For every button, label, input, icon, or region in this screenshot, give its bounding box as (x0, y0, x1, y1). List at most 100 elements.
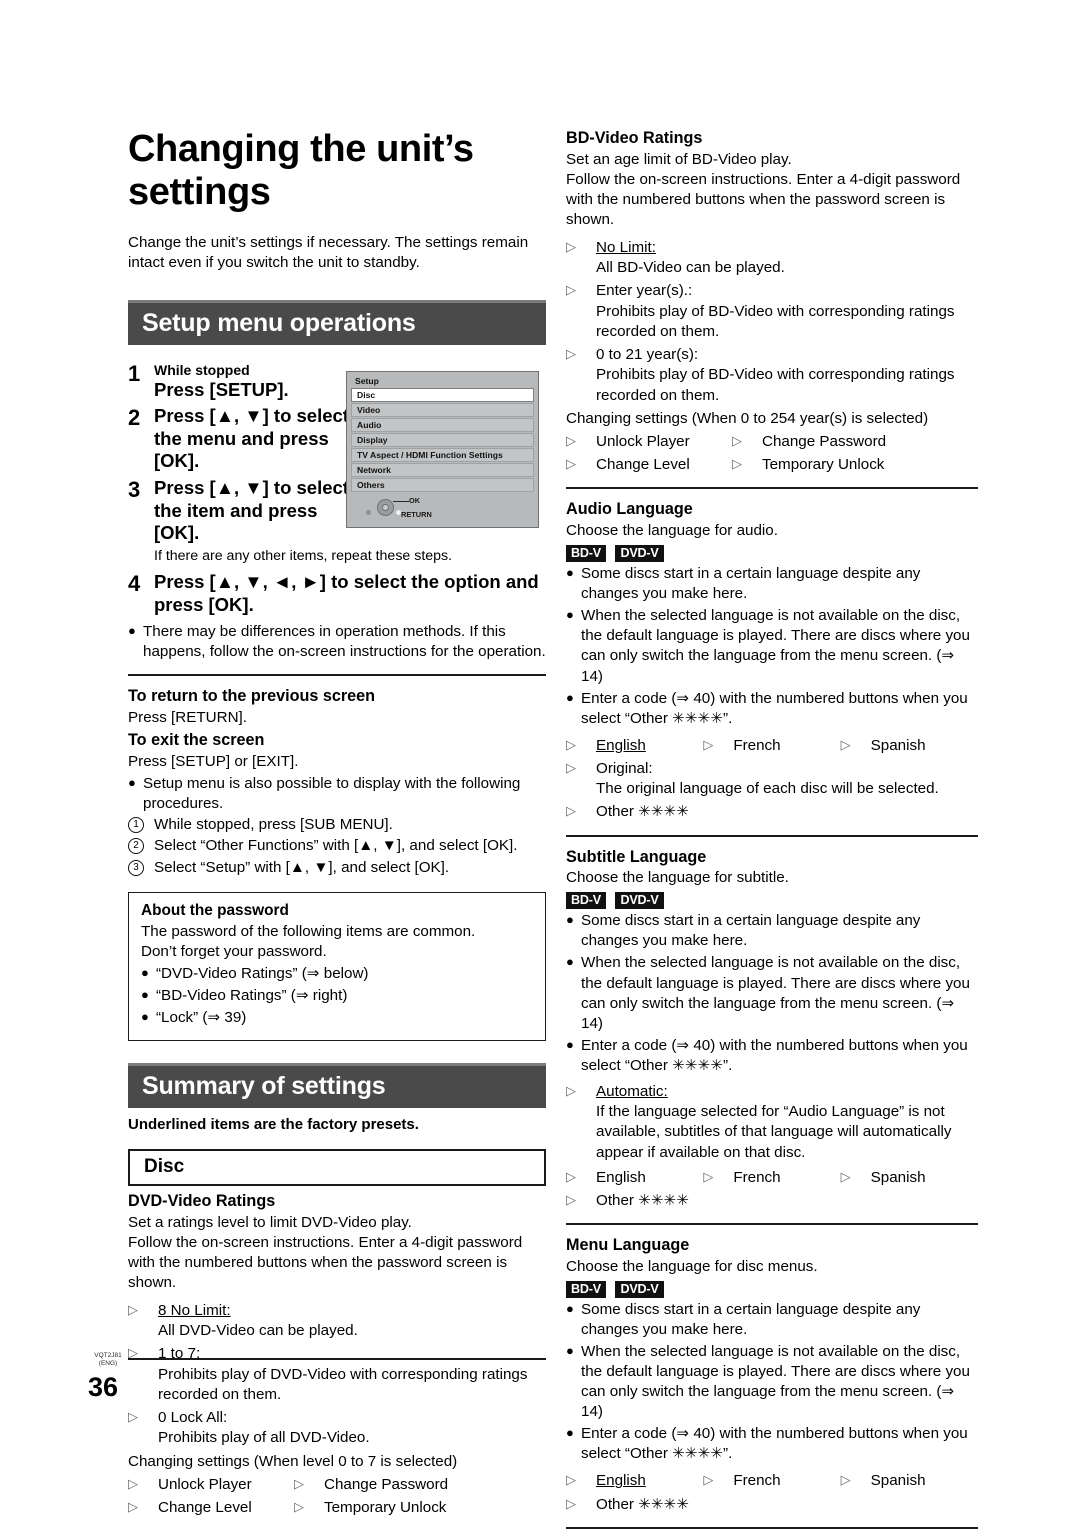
screenshot-row-tv-aspect-hdmi: TV Aspect / HDMI Function Settings (351, 447, 534, 462)
triangle-bullet-icon: ▷ (703, 1472, 714, 1488)
bullet-icon: ● (141, 986, 149, 1002)
heading-bd-video-ratings: BD-Video Ratings (566, 129, 703, 147)
about-password-line2: Don’t forget your password. (141, 942, 327, 960)
bd-option-enter-years-desc: Prohibits play of BD-Video with correspo… (596, 302, 955, 340)
triangle-bullet-icon: ▷ (703, 1168, 714, 1184)
screenshot-row-audio: Audio (351, 417, 534, 432)
password-item-dvd-video-ratings: ● “DVD-Video Ratings” (⇒ below) (141, 964, 533, 984)
procedure-2-text: Select “Other Functions” with [▲, ▼], an… (154, 837, 518, 855)
badge-bd-v: BD-V (566, 545, 606, 563)
screenshot-row-disc: Disc (351, 387, 534, 402)
audio-language-bullet-1: ● Some discs start in a certain language… (566, 564, 978, 604)
triangle-bullet-icon: ▷ (566, 238, 576, 254)
text-exit-screen: Press [SETUP] or [EXIT]. (128, 752, 299, 770)
menu-language-bullet-2: ● When the selected language is not avai… (566, 1342, 978, 1422)
screenshot-return-label: RETURN (401, 509, 432, 519)
setup-steps-list: Setup Disc Video Audio Display TV Aspect… (128, 361, 546, 617)
screenshot-ok-label: OK (409, 495, 421, 505)
left-column: Changing the unit’s settings Change the … (128, 128, 546, 1518)
circled-number: 1 (128, 817, 144, 834)
audio-language-lang-row: ▷ English ▷ French ▷ Spanish (566, 736, 978, 756)
screenshot-row-display: Display (351, 432, 534, 447)
bullet-icon: ● (566, 1343, 574, 1359)
bullet-icon: ● (566, 1036, 574, 1052)
triangle-bullet-icon: ▷ (840, 736, 851, 752)
dvd-option-1-to-7-desc: Prohibits play of DVD-Video with corresp… (158, 1365, 528, 1403)
section-banner-summary-of-settings: Summary of settings (128, 1063, 546, 1109)
triangle-bullet-icon: ▷ (840, 1168, 851, 1184)
audio-language-option-other: ▷ Other ✳✳✳✳ (566, 802, 978, 822)
triangle-bullet-icon: ▷ (566, 346, 576, 362)
menu-language-bullet-1: ● Some discs start in a certain language… (566, 1300, 978, 1340)
factory-presets-note: Underlined items are the factory presets… (128, 1116, 419, 1134)
bd-ratings-line1: Set an age limit of BD-Video play. (566, 150, 792, 168)
triangle-bullet-icon: ▷ (566, 736, 576, 752)
triangle-bullet-icon: ▷ (566, 432, 576, 448)
heading-audio-language: Audio Language (566, 500, 693, 519)
procedure-3-text: Select “Setup” with [▲, ▼], and select [… (154, 858, 450, 876)
dvd-changing-settings-line: Changing settings (When level 0 to 7 is … (128, 1452, 458, 1470)
footer-product-code: VQT2J81 (ENG) (88, 1352, 128, 1368)
about-password-box: About the password The password of the f… (128, 891, 546, 1042)
triangle-bullet-icon: ▷ (566, 1472, 576, 1488)
manual-page: Changing the unit’s settings Change the … (0, 0, 1080, 1529)
triangle-bullet-icon: ▷ (566, 456, 576, 472)
step-1-number: 1 (128, 360, 141, 386)
bd-changing-settings-line: Changing settings (When 0 to 254 year(s)… (566, 409, 929, 427)
heading-subtitle-language: Subtitle Language (566, 847, 707, 866)
triangle-bullet-icon: ▷ (294, 1475, 304, 1491)
bd-option-0-to-21-years: ▷ 0 to 21 year(s): (566, 345, 978, 365)
bd-option-enter-years: ▷ Enter year(s).: (566, 281, 978, 301)
dvd-changing-row-2: ▷ Change Level ▷ Temporary Unlock (128, 1498, 546, 1518)
badge-dvd-v: DVD-V (615, 892, 664, 910)
badge-dvd-v: DVD-V (615, 1280, 664, 1298)
step-4-instruction: Press [▲, ▼, ◄, ►] to select the option … (154, 571, 539, 615)
divider (128, 674, 546, 677)
ok-leader-line (393, 500, 409, 502)
footer-code-line-2: (ENG) (98, 1359, 118, 1367)
procedure-3: 3 Select “Setup” with [▲, ▼], and select… (128, 858, 546, 878)
triangle-bullet-icon: ▷ (128, 1499, 138, 1514)
dvd-changing-row-1: ▷ Unlock Player ▷ Change Password (128, 1475, 546, 1495)
bullet-icon: ● (128, 774, 136, 790)
subtitle-language-option-automatic: ▷ Automatic: (566, 1082, 978, 1102)
bd-option-no-limit-desc: All BD-Video can be played. (596, 259, 785, 277)
subtitle-language-option-automatic-desc: If the language selected for “Audio Lang… (596, 1103, 952, 1161)
triangle-bullet-icon: ▷ (566, 282, 576, 298)
bd-ratings-line2: Follow the on-screen instructions. Enter… (566, 170, 961, 228)
dvd-ratings-line2: Follow the on-screen instructions. Enter… (128, 1233, 523, 1291)
subtitle-language-option-other: ▷ Other ✳✳✳✳ (566, 1191, 978, 1211)
menu-language-bullet-3: ● Enter a code (⇒ 40) with the numbered … (566, 1424, 978, 1464)
dvd-ratings-line1: Set a ratings level to limit DVD-Video p… (128, 1213, 412, 1231)
audio-language-bullet-3: ● Enter a code (⇒ 40) with the numbered … (566, 689, 978, 729)
about-password-heading: About the password (141, 901, 289, 919)
triangle-bullet-icon: ▷ (732, 432, 742, 448)
triangle-bullet-icon: ▷ (128, 1345, 138, 1361)
triangle-bullet-icon: ▷ (294, 1499, 304, 1514)
menu-language-line1: Choose the language for disc menus. (566, 1257, 818, 1275)
setup-menu-screenshot: Setup Disc Video Audio Display TV Aspect… (346, 370, 539, 528)
step-4-number: 4 (128, 571, 141, 597)
step-1-instruction: Press [SETUP]. (154, 378, 289, 400)
text-return-previous-screen: Press [RETURN]. (128, 709, 247, 727)
triangle-bullet-icon: ▷ (732, 456, 742, 472)
subtitle-language-line1: Choose the language for subtitle. (566, 869, 789, 887)
bd-option-0-to-21-years-desc: Prohibits play of BD-Video with correspo… (596, 366, 955, 404)
bullet-icon: ● (566, 565, 574, 581)
badge-bd-v: BD-V (566, 892, 606, 910)
procedure-1-text: While stopped, press [SUB MENU]. (154, 816, 393, 834)
triangle-bullet-icon: ▷ (566, 1191, 576, 1207)
triangle-bullet-icon: ▷ (703, 736, 714, 752)
bullet-icon: ● (566, 912, 574, 928)
bd-changing-row-1: ▷ Unlock Player ▷ Change Password (566, 432, 978, 452)
intro-paragraph: Change the unit’s settings if necessary.… (128, 234, 529, 272)
triangle-bullet-icon: ▷ (128, 1409, 138, 1425)
dvd-option-no-limit-desc: All DVD-Video can be played. (158, 1322, 358, 1340)
screenshot-row-others: Others (351, 477, 534, 492)
footer-code-line-1: VQT2J81 (94, 1352, 122, 1359)
procedure-1: 1 While stopped, press [SUB MENU]. (128, 815, 546, 835)
section-box-disc: Disc (128, 1149, 546, 1187)
dvd-option-lock-all: ▷ 0 Lock All: (128, 1408, 546, 1428)
menu-language-option-other: ▷ Other ✳✳✳✳ (566, 1495, 978, 1515)
triangle-bullet-icon: ▷ (128, 1475, 138, 1491)
